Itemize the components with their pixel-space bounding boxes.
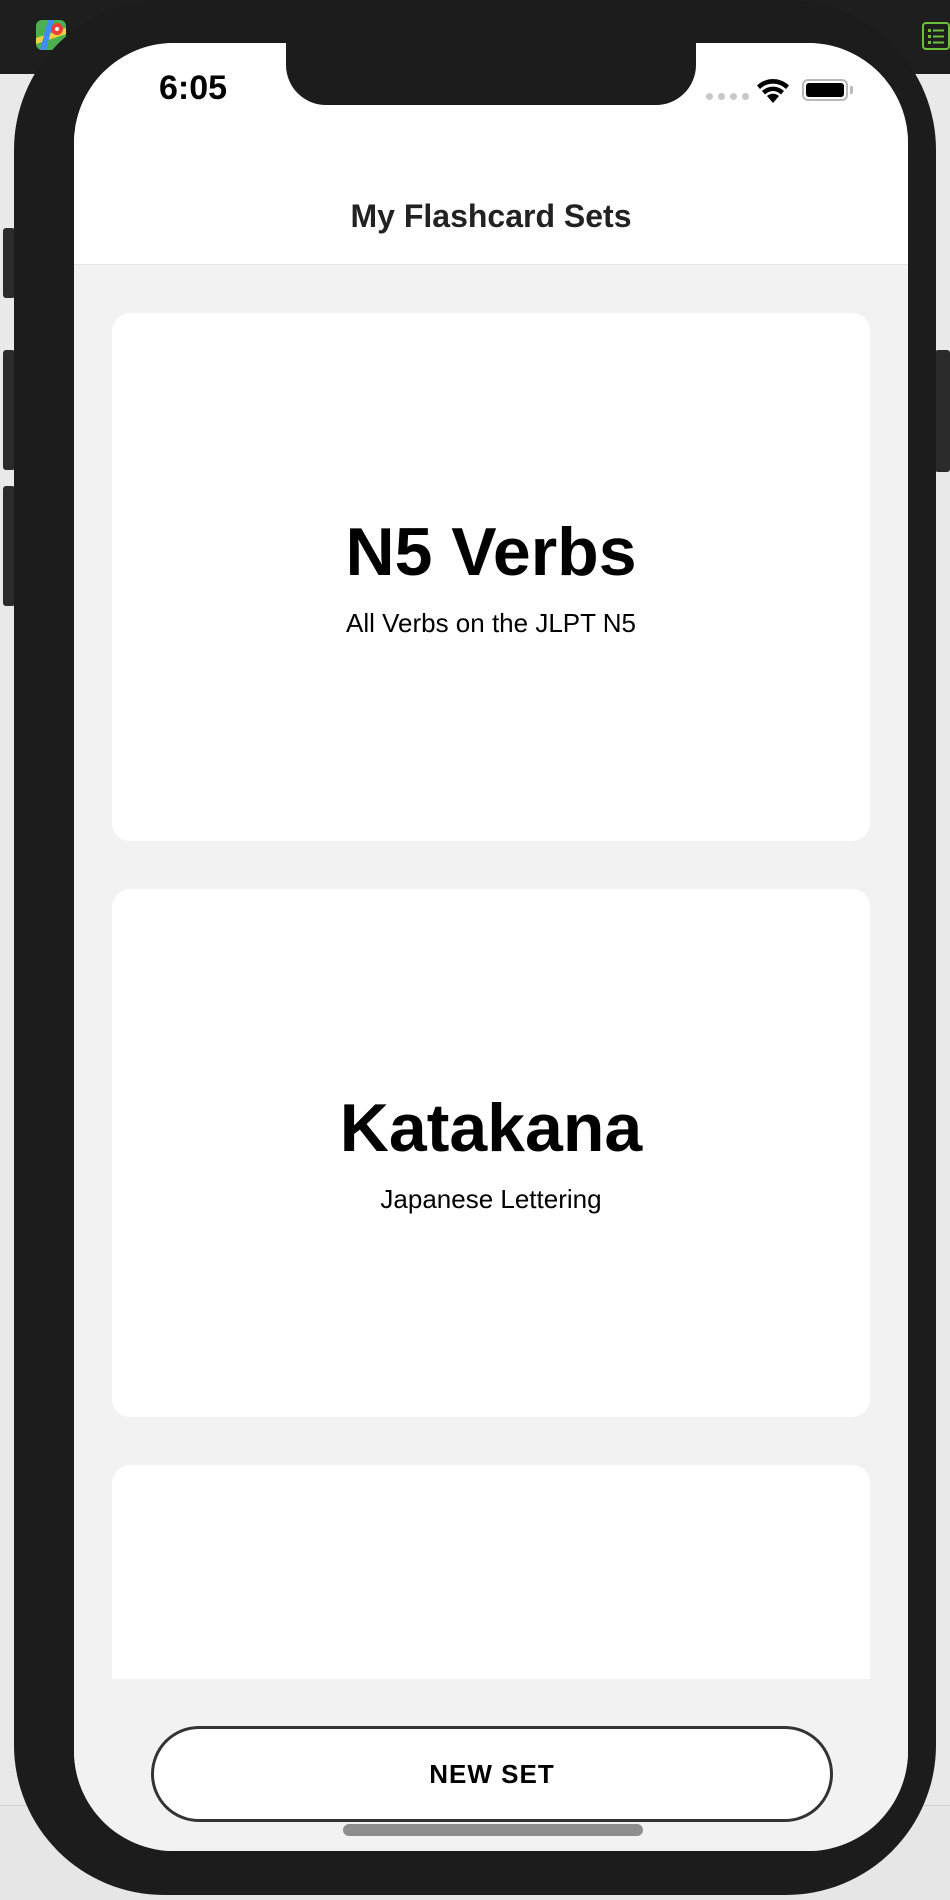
cellular-signal-icon — [706, 93, 749, 100]
phone-screen: 6:05 My Flashcard Sets N5 Verbs All Verb… — [74, 43, 908, 1851]
desktop-background: 6:05 My Flashcard Sets N5 Verbs All Verb… — [0, 0, 950, 1900]
flashcard-set-card-n5-verbs[interactable]: N5 Verbs All Verbs on the JLPT N5 — [112, 313, 870, 841]
flashcard-set-card-katakana[interactable]: Katakana Japanese Lettering — [112, 889, 870, 1417]
home-indicator[interactable] — [343, 1824, 643, 1836]
flashcard-set-card-partial[interactable] — [112, 1465, 870, 1679]
card-subtitle: Japanese Lettering — [380, 1183, 602, 1214]
power-button — [935, 350, 950, 472]
status-time: 6:05 — [159, 69, 228, 107]
battery-icon — [802, 79, 848, 101]
card-subtitle: All Verbs on the JLPT N5 — [345, 607, 636, 638]
card-title: N5 Verbs — [345, 514, 637, 591]
card-title: Katakana — [339, 1090, 643, 1167]
wifi-icon — [757, 79, 789, 103]
phone-frame: 6:05 My Flashcard Sets N5 Verbs All Verb… — [14, 0, 936, 1895]
notch — [286, 43, 696, 105]
flashcard-set-list[interactable]: N5 Verbs All Verbs on the JLPT N5 Kataka… — [74, 265, 908, 1679]
list-app-icon[interactable] — [922, 22, 950, 50]
page-title: My Flashcard Sets — [350, 198, 632, 234]
navigation-bar: My Flashcard Sets — [74, 138, 908, 265]
battery-tip — [850, 86, 853, 94]
new-set-button[interactable]: NEW SET — [151, 1726, 833, 1822]
